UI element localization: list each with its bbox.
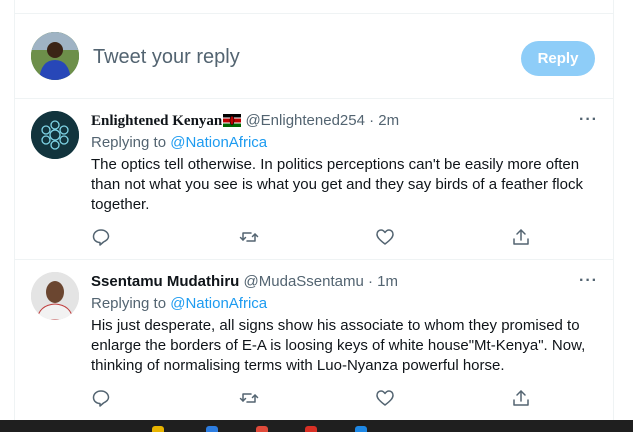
divider: [14, 13, 613, 14]
display-name[interactable]: Ssentamu Mudathiru: [91, 273, 239, 290]
replying-to: Replying to @NationAfrica: [91, 134, 267, 151]
share-icon[interactable]: [511, 227, 531, 247]
os-taskbar: [0, 420, 633, 432]
retweet-icon[interactable]: [239, 227, 259, 247]
timestamp[interactable]: 2m: [378, 112, 399, 129]
tweet[interactable]: Enlightened Kenyan @Enlightened254 · 2m …: [14, 99, 613, 259]
mention-link[interactable]: @NationAfrica: [170, 295, 267, 312]
replying-prefix: Replying to: [91, 134, 167, 151]
chrome-icon[interactable]: [305, 426, 317, 432]
replying-to: Replying to @NationAfrica: [91, 295, 267, 312]
tweet[interactable]: Ssentamu Mudathiru @MudaSsentamu · 1m ··…: [14, 260, 613, 420]
replying-prefix: Replying to: [91, 295, 167, 312]
kenya-flag-icon: [223, 114, 242, 131]
more-icon[interactable]: ···: [579, 272, 598, 290]
display-name[interactable]: Enlightened Kenyan: [91, 113, 222, 129]
tweet-text: The optics tell otherwise. In politics p…: [91, 156, 583, 213]
app-icon[interactable]: [206, 426, 218, 432]
like-icon[interactable]: [375, 227, 395, 247]
tweet-actions: [91, 227, 529, 247]
separator: ·: [369, 112, 375, 129]
user-handle[interactable]: @Enlightened254: [245, 112, 365, 129]
timestamp[interactable]: 1m: [377, 273, 398, 290]
app-icon[interactable]: [355, 426, 367, 432]
folder-icon[interactable]: [152, 426, 164, 432]
tweet-header: Enlightened Kenyan @Enlightened254 · 2m: [91, 112, 399, 131]
retweet-icon[interactable]: [239, 388, 259, 408]
more-icon[interactable]: ···: [579, 111, 598, 129]
tweet-header: Ssentamu Mudathiru @MudaSsentamu · 1m: [91, 273, 398, 290]
share-icon[interactable]: [511, 388, 531, 408]
mention-link[interactable]: @NationAfrica: [170, 134, 267, 151]
like-icon[interactable]: [375, 388, 395, 408]
tweet-avatar[interactable]: [31, 272, 79, 320]
reply-icon[interactable]: [91, 388, 111, 408]
reply-input[interactable]: Tweet your reply: [93, 46, 240, 69]
separator: ·: [368, 273, 373, 290]
reply-icon[interactable]: [91, 227, 111, 247]
user-handle[interactable]: @MudaSsentamu: [244, 273, 364, 290]
tweet-actions: [91, 388, 529, 408]
reply-button[interactable]: Reply: [521, 41, 595, 76]
user-avatar[interactable]: [31, 32, 79, 80]
tweet-text: His just desperate, all signs show his a…: [91, 317, 586, 374]
tweet-avatar[interactable]: [31, 111, 79, 159]
browser-icon[interactable]: [256, 426, 268, 432]
